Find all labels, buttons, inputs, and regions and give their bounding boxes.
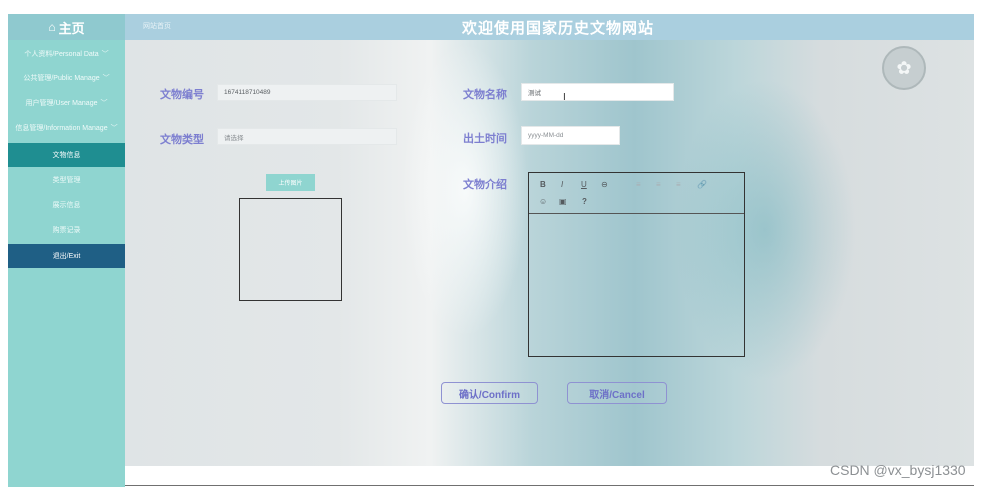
sidebar-item-exhibit-info[interactable]: 展示信息 (8, 193, 125, 217)
relic-name-input[interactable]: 测试 (521, 83, 674, 101)
align-right-icon[interactable]: ≡ (676, 180, 681, 189)
sidebar: 个人资料/Personal Data ﹀ 公共管理/Public Manage … (8, 40, 125, 487)
home-button[interactable]: ⌂ 主页 (8, 14, 125, 40)
text-cursor-icon: I (563, 92, 566, 103)
top-header: ⌂ 主页 网站首页 欢迎使用国家历史文物网站 (8, 14, 974, 40)
editor-toolbar: B I U ⊖ ≡ ≡ ≡ 🔗 ☺ ▣ ? (529, 173, 744, 214)
sidebar-item-type-manage[interactable]: 类型管理 (8, 168, 125, 192)
bottom-divider (125, 485, 974, 486)
sidebar-item-exit[interactable]: 退出/Exit (8, 244, 125, 268)
chevron-down-icon: ﹀ (100, 100, 108, 107)
sidebar-item-user-manage[interactable]: 用户管理/User Manage ﹀ (8, 91, 125, 115)
align-left-icon[interactable]: ≡ (636, 180, 641, 189)
bold-icon[interactable]: B (540, 180, 546, 189)
relic-id-input[interactable]: 1674118710489 (217, 84, 397, 101)
help-icon[interactable]: ? (582, 197, 587, 206)
rich-text-editor[interactable]: B I U ⊖ ≡ ≡ ≡ 🔗 ☺ ▣ ? (528, 172, 745, 357)
sidebar-item-personal-data[interactable]: 个人资料/Personal Data ﹀ (8, 42, 125, 66)
strikethrough-icon[interactable]: ⊖ (601, 180, 608, 189)
upload-image-button[interactable]: 上传图片 (266, 174, 315, 191)
home-label: 主页 (58, 20, 85, 36)
sidebar-item-relic-info[interactable]: 文物信息 (8, 143, 125, 167)
emoji-icon[interactable]: ☺ (539, 197, 547, 206)
italic-icon[interactable]: I (561, 180, 563, 189)
sidebar-item-public-manage[interactable]: 公共管理/Public Manage ﹀ (8, 66, 125, 90)
relic-name-label: 文物名称 (463, 89, 507, 101)
breadcrumb[interactable]: 网站首页 (143, 21, 171, 31)
relic-type-label: 文物类型 (160, 134, 204, 146)
image-icon[interactable]: ▣ (559, 197, 567, 206)
chevron-down-icon: ﹀ (110, 125, 118, 132)
link-icon[interactable]: 🔗 (697, 180, 707, 189)
underline-icon[interactable]: U (581, 180, 587, 189)
excavation-date-input[interactable]: yyyy-MM-dd (521, 126, 620, 145)
chevron-down-icon: ﹀ (102, 75, 110, 82)
image-preview (239, 198, 342, 301)
sidebar-item-information-manage[interactable]: 信息管理/Information Manage ﹀ (8, 116, 125, 140)
relic-id-label: 文物编号 (160, 89, 204, 101)
watermark: CSDN @vx_bysj1330 (830, 462, 966, 478)
sidebar-item-ticket-records[interactable]: 购票记录 (8, 218, 125, 242)
page-title: 欢迎使用国家历史文物网站 (461, 20, 654, 37)
chevron-down-icon: ﹀ (101, 51, 109, 58)
relic-intro-label: 文物介绍 (463, 179, 507, 191)
align-center-icon[interactable]: ≡ (656, 180, 661, 189)
home-icon: ⌂ (48, 20, 56, 34)
excavation-date-label: 出土时间 (463, 133, 507, 145)
cancel-button[interactable]: 取消/Cancel (567, 382, 667, 404)
main-content: ✿ 文物编号 1674118710489 文物名称 测试 I 文物类型 请选择 … (125, 40, 974, 466)
flower-logo-icon: ✿ (882, 46, 926, 90)
confirm-button[interactable]: 确认/Confirm (441, 382, 538, 404)
relic-type-select[interactable]: 请选择 (217, 128, 397, 145)
